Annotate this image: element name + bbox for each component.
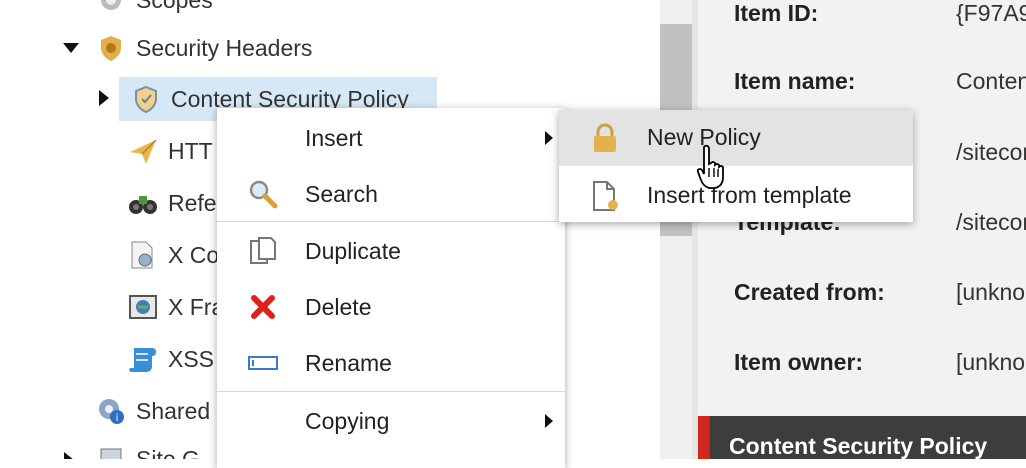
delete-x-icon (247, 291, 279, 323)
tree-item-http[interactable]: HTT (128, 129, 213, 173)
menu-item-label: Duplicate (305, 237, 401, 264)
detail-key: Created from: (734, 279, 885, 305)
tree-item-referrer[interactable]: Refe (128, 181, 217, 225)
section-header-bar[interactable]: Content Security Policy (698, 416, 1026, 459)
shield-icon (131, 84, 161, 114)
tree-item-scopes[interactable]: Scopes (96, 0, 213, 22)
tree-item-site-grouping[interactable]: Site G (96, 437, 200, 459)
tree-item-x-content[interactable]: X Co (128, 233, 219, 277)
document-gear-icon (128, 240, 158, 270)
tree-item-label: Security Headers (136, 34, 313, 61)
tree-item-label: X Co (168, 241, 220, 268)
detail-row-created-from: Created from: [unkno (734, 279, 1025, 306)
expand-arrow-icon[interactable] (99, 90, 109, 106)
menu-item-copying[interactable]: Copying (217, 393, 565, 449)
scopes-icon (96, 0, 126, 15)
detail-row-item-name: Item name: Conten (734, 68, 1026, 95)
magnifier-icon (247, 178, 279, 210)
tree-item-label: X Fra (168, 293, 225, 320)
tree-item-security-headers[interactable]: Security Headers (96, 26, 312, 70)
submenu-item-new-policy[interactable]: New Policy (559, 110, 913, 166)
detail-value[interactable]: Conten (956, 68, 1026, 94)
tree-item-label: HTT (168, 137, 213, 164)
shared-gear-icon: i (96, 396, 126, 426)
svg-text:i: i (116, 413, 119, 424)
submenu-arrow-icon (545, 131, 553, 145)
duplicate-icon (247, 235, 279, 267)
detail-value[interactable]: /sitecor (956, 139, 1026, 165)
paper-plane-icon (128, 136, 158, 166)
tree-item-label: Site G (136, 445, 200, 460)
menu-item-label: Insert (305, 124, 363, 151)
tree-item-label: Shared (136, 397, 211, 424)
menu-item-label: Search (305, 180, 378, 207)
menu-item-duplicate[interactable]: Duplicate (217, 223, 565, 279)
tree-item-label: Scopes (136, 0, 213, 14)
item-details-panel: Item ID: {F97A9 Item name: Conten /sitecor… (692, 0, 1026, 459)
detail-row-item-id: Item ID: {F97A9 (734, 0, 1026, 27)
detail-value[interactable]: [unkno (956, 349, 1025, 375)
section-accent-stripe (698, 416, 710, 459)
expand-arrow-icon[interactable] (64, 452, 74, 459)
tree-item-shared[interactable]: i Shared (96, 389, 210, 433)
detail-value[interactable]: {F97A9 (956, 0, 1026, 26)
tree-item-xss[interactable]: XSS (128, 337, 214, 381)
context-menu: Insert Search Duplicate Delete Rename Co… (217, 108, 565, 468)
hand-cursor-icon (696, 144, 727, 190)
insert-submenu: New Policy Insert from template (559, 110, 913, 222)
menu-item-delete[interactable]: Delete (217, 279, 565, 335)
site-icon (96, 444, 126, 459)
rename-icon (247, 347, 279, 379)
detail-value[interactable]: [unkno (956, 279, 1025, 305)
section-title: Content Security Policy (729, 433, 988, 459)
security-headers-icon (96, 33, 126, 63)
menu-item-label: Copying (305, 407, 390, 434)
scroll-icon (128, 344, 158, 374)
binoculars-icon (128, 188, 158, 218)
menu-separator (217, 391, 565, 392)
detail-key: Item name: (734, 68, 856, 94)
submenu-arrow-icon (545, 414, 553, 428)
menu-separator (217, 221, 565, 222)
menu-item-search[interactable]: Search (217, 166, 565, 222)
menu-item-rename[interactable]: Rename (217, 335, 565, 391)
detail-value[interactable]: /sitecor (956, 209, 1026, 235)
detail-key: Item owner: (734, 349, 864, 375)
tree-scrollbar[interactable] (660, 0, 692, 459)
menu-item-label: Delete (305, 293, 372, 320)
submenu-item-insert-from-template[interactable]: Insert from template (559, 168, 913, 224)
detail-key: Item ID: (734, 0, 819, 26)
tree-item-label: XSS (168, 345, 215, 372)
tree-item-x-frame[interactable]: X Fra (128, 285, 224, 329)
tree-item-label: Refe (168, 189, 217, 216)
submenu-item-label: Insert from template (647, 182, 852, 208)
lock-icon (589, 122, 621, 154)
frame-icon (128, 292, 158, 322)
menu-item-label: Rename (305, 349, 392, 376)
detail-row-item-owner: Item owner: [unkno (734, 349, 1025, 376)
collapse-arrow-icon[interactable] (63, 43, 79, 53)
menu-item-insert[interactable]: Insert (217, 110, 565, 166)
template-icon (589, 180, 621, 212)
